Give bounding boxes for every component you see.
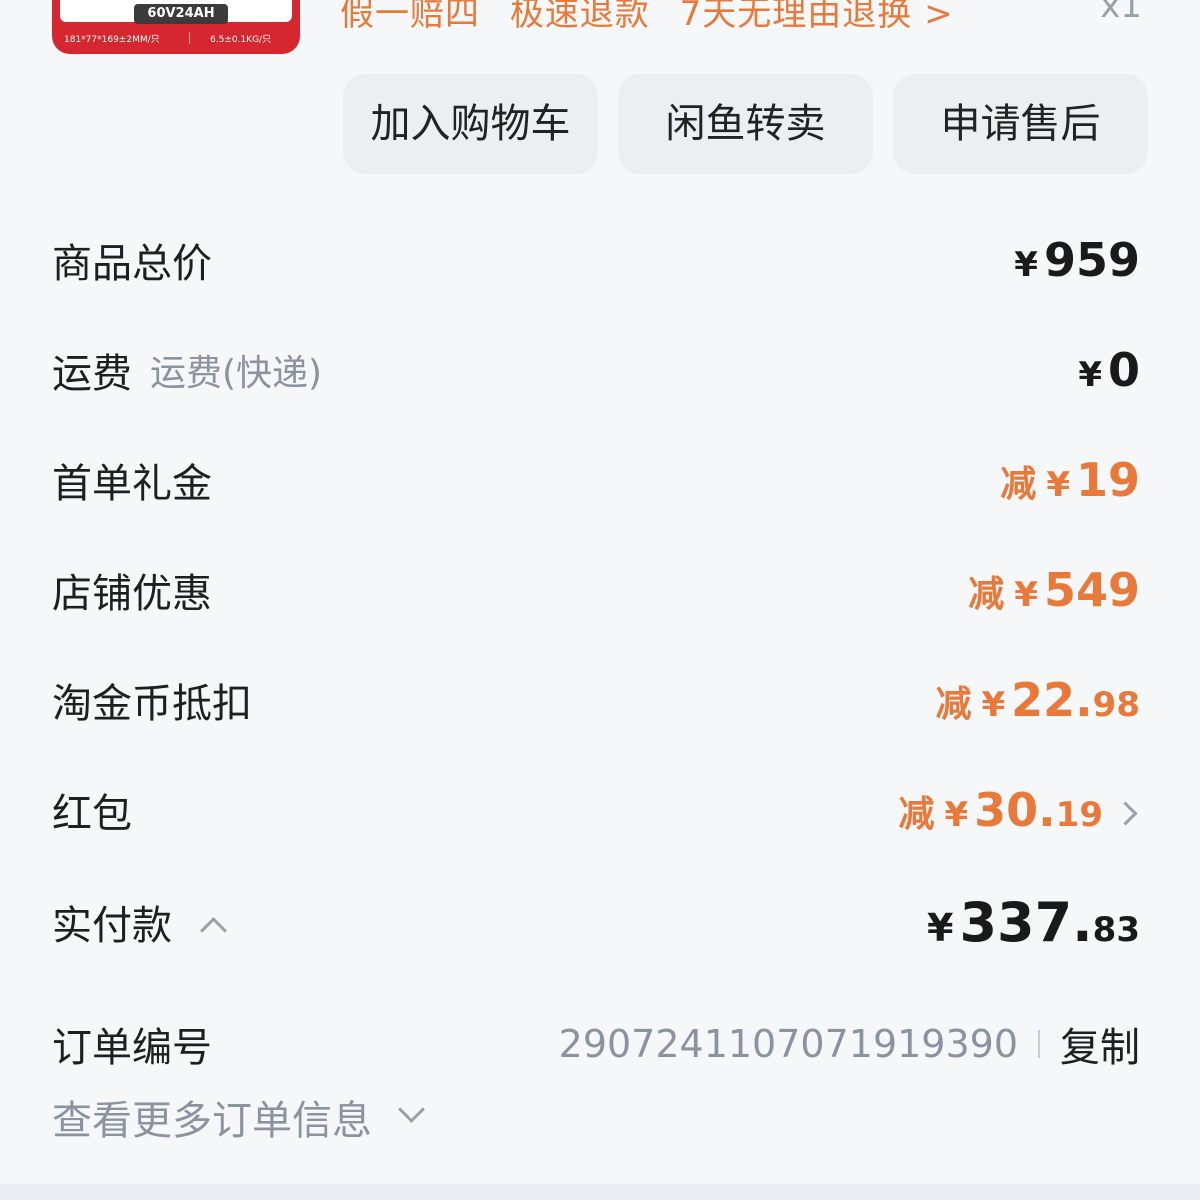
shop-discount-label: 店铺优惠 <box>52 571 212 617</box>
total-price-value: ¥959 <box>1014 233 1140 287</box>
promise-fake-compensation: 假一赔四 <box>340 0 480 34</box>
chevron-right-icon[interactable] <box>1113 801 1138 826</box>
first-order-label: 首单礼金 <box>52 461 212 507</box>
product-thumbnail[interactable]: 60V24AH 181*77*169±2MM/只 6.5±0.1KG/只 <box>52 0 300 54</box>
coin-deduction-label: 淘金币抵扣 <box>52 681 252 727</box>
shipping-method: 运费(快递) <box>150 353 323 394</box>
product-spec-size: 181*77*169±2MM/只 <box>64 35 160 45</box>
bottom-divider <box>0 1184 1200 1200</box>
order-number-value: 2907241107071919390 <box>558 1022 1018 1066</box>
row-order-number: 订单编号 2907241107071919390 复制 <box>52 1014 1140 1074</box>
row-red-packet[interactable]: 红包 减 ¥30. 19 <box>52 780 1140 840</box>
coin-deduction-value: 减 ¥22. 98 <box>935 673 1140 727</box>
order-number-label: 订单编号 <box>52 1025 212 1071</box>
promise-7day-return: 7天无理由退换 > <box>679 0 954 34</box>
spec-divider <box>189 32 190 44</box>
shop-discount-value: 减 ¥549 <box>968 563 1140 617</box>
add-to-cart-button[interactable]: 加入购物车 <box>343 74 598 174</box>
total-price-label: 商品总价 <box>52 241 212 287</box>
more-order-info-label: 查看更多订单信息 <box>52 1098 372 1144</box>
actual-payment-value: ¥337. 83 <box>926 890 1140 954</box>
more-order-info-link[interactable]: 查看更多订单信息 <box>52 1088 425 1146</box>
row-total-price: 商品总价 ¥959 <box>52 230 1140 290</box>
first-order-value: 减 ¥19 <box>1000 453 1140 507</box>
quantity: x1 <box>1100 0 1142 26</box>
row-first-order-gift: 首单礼金 减 ¥19 <box>52 450 1140 510</box>
row-shipping: 运费 运费(快递) ¥0 <box>52 340 1140 400</box>
actual-payment-label: 实付款 <box>52 903 172 949</box>
product-badge: 60V24AH <box>134 4 228 24</box>
shipping-label: 运费 <box>52 351 132 397</box>
divider <box>1038 1030 1040 1058</box>
service-promises[interactable]: 假一赔四 极速退款 7天无理由退换 > <box>340 0 972 35</box>
shipping-value: ¥0 <box>1078 343 1140 397</box>
copy-button[interactable]: 复制 <box>1060 1015 1140 1073</box>
product-spec-weight: 6.5±0.1KG/只 <box>210 35 272 45</box>
promise-fast-refund: 极速退款 <box>509 0 650 34</box>
row-coin-deduction: 淘金币抵扣 减 ¥22. 98 <box>52 670 1140 730</box>
resell-button[interactable]: 闲鱼转卖 <box>618 74 873 174</box>
chevron-down-icon <box>398 1095 425 1123</box>
red-packet-label: 红包 <box>52 791 132 837</box>
chevron-up-icon[interactable] <box>200 916 227 944</box>
after-sales-button[interactable]: 申请售后 <box>893 74 1148 174</box>
red-packet-value[interactable]: 减 ¥30. 19 <box>898 783 1140 837</box>
row-shop-discount: 店铺优惠 减 ¥549 <box>52 560 1140 620</box>
row-actual-payment[interactable]: 实付款 ¥337. 83 <box>52 890 1140 954</box>
